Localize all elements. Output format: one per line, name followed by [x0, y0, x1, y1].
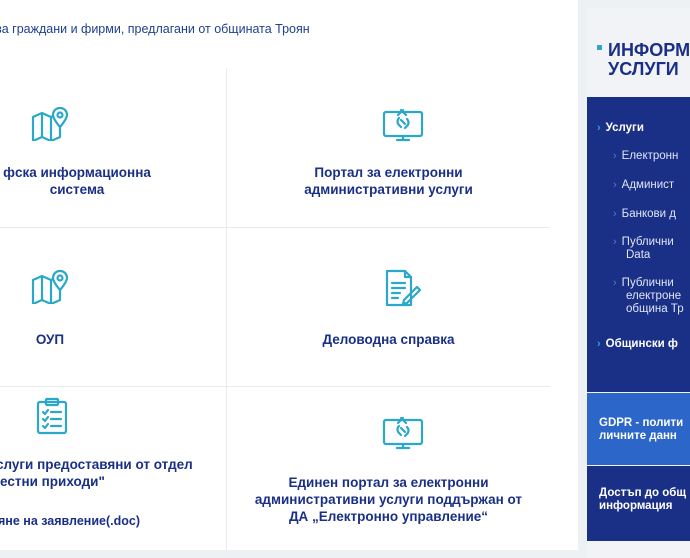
sidebar-item-electronic[interactable]: › Електронн [613, 150, 678, 163]
sidebar-item-public-eservices[interactable]: › Публични електроне община Тр [613, 277, 684, 316]
gdpr-text-line2: личните данн [599, 430, 677, 442]
card-title: Портал за електронни административни усл… [304, 165, 473, 197]
square-bullet-icon [597, 45, 602, 50]
sidebar-item-administrative[interactable]: › Админист [613, 179, 674, 192]
access-text-line2: информация [599, 500, 673, 512]
access-text-line1: Достъп до общ [599, 487, 687, 499]
chevron-right-icon: › [597, 338, 601, 350]
monitor-link-icon [382, 414, 424, 455]
sidebar: ИНФОРМ УСЛУГИ › Услуги › Електронн › Админи… [587, 8, 690, 558]
service-card-eportal[interactable]: Портал за електронни административни усл… [227, 68, 550, 227]
card-title: ОУП [35, 332, 65, 347]
sidebar-item-public-data[interactable]: › Публични Data [613, 236, 674, 262]
intro-text: за граждани и фирми, предлагани от общин… [0, 22, 310, 36]
sidebar-item-municipal[interactable]: › Общински ф [597, 338, 678, 351]
service-card-oup[interactable]: ОУП [0, 228, 226, 386]
service-card-egov-portal[interactable]: Единен портал за електронни администрати… [227, 387, 550, 550]
service-card-local-revenue[interactable]: слуги предоставяни от отдел естни приход… [0, 387, 226, 550]
chevron-right-icon: › [613, 236, 617, 248]
card-title: Деловодна справка [322, 332, 455, 347]
service-card-gis[interactable]: фска информационна система [0, 68, 226, 227]
sidebar-heading: ИНФОРМ УСЛУГИ [597, 41, 690, 79]
map-pin-icon [30, 268, 70, 309]
chevron-right-icon: › [613, 208, 617, 220]
download-application-link[interactable]: яне на заявление(.doc) [0, 514, 140, 528]
chevron-right-icon: › [597, 122, 601, 134]
chevron-right-icon: › [613, 150, 617, 162]
gdpr-link-block[interactable]: GDPR - полити личните данн [587, 393, 690, 465]
main-content: за граждани и фирми, предлагани от общин… [0, 0, 578, 550]
chevron-right-icon: › [613, 277, 617, 289]
sidebar-item-bank[interactable]: › Банкови д [613, 208, 676, 221]
services-grid: фска информационна система Портал за еле… [0, 68, 550, 550]
document-edit-icon [383, 268, 423, 313]
service-card-registry[interactable]: Деловодна справка [227, 228, 550, 386]
card-title: фска информационна система [3, 165, 151, 197]
clipboard-checklist-icon [36, 397, 68, 440]
sidebar-item-services[interactable]: › Услуги [597, 122, 644, 135]
public-info-access-block[interactable]: Достъп до общ информация [587, 466, 690, 541]
card-title: слуги предоставяни от отдел естни приход… [0, 457, 193, 489]
chevron-right-icon: › [613, 179, 617, 191]
gdpr-text-line1: GDPR - полити [599, 417, 684, 429]
sidebar-nav: › Услуги › Електронн › Админист › Банкови д … [587, 97, 690, 392]
map-pin-icon [30, 105, 70, 146]
card-title: Единен портал за електронни администрати… [254, 475, 523, 524]
monitor-link-icon [382, 106, 424, 147]
